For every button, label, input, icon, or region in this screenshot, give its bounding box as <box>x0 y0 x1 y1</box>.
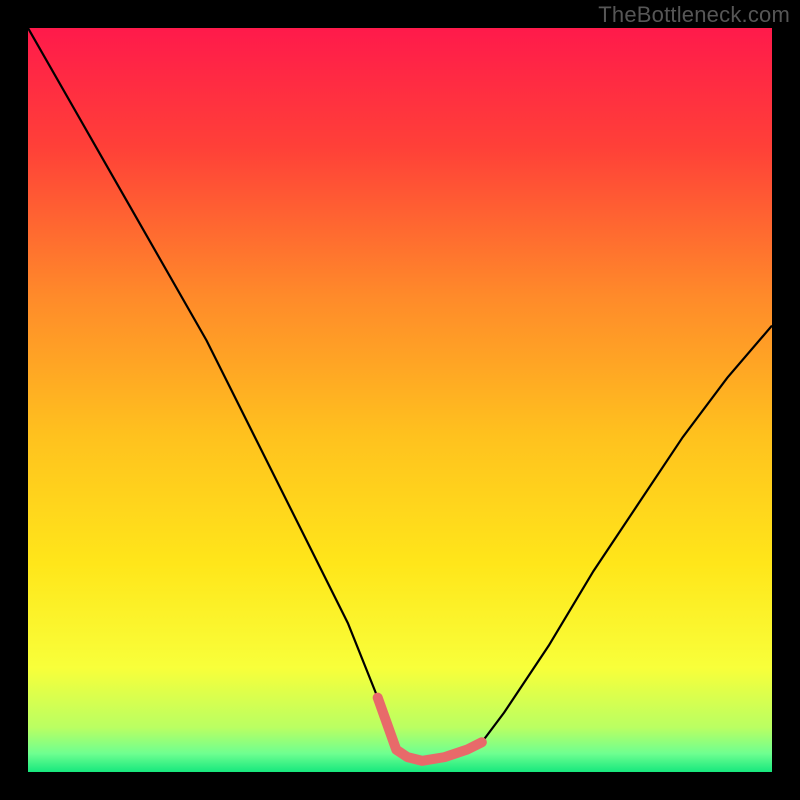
gradient-background <box>28 28 772 772</box>
watermark-label: TheBottleneck.com <box>598 2 790 28</box>
chart-frame: TheBottleneck.com <box>0 0 800 800</box>
plot-area <box>28 28 772 772</box>
bottleneck-chart <box>28 28 772 772</box>
